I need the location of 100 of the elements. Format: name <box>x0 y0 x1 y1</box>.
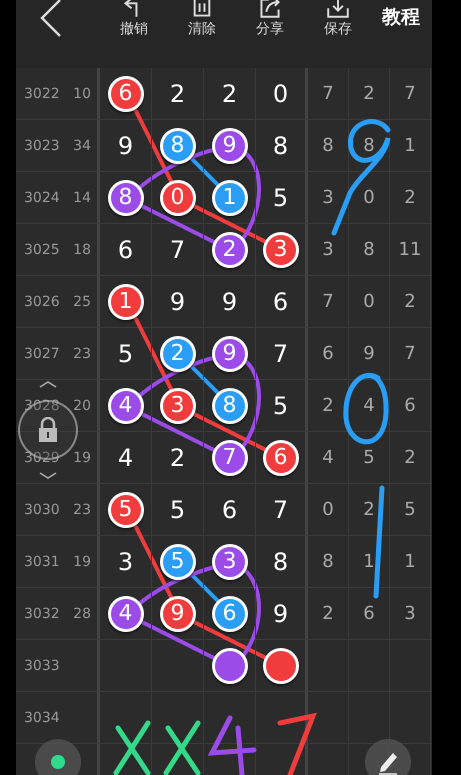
trend-cell: 2 <box>349 484 390 535</box>
period-number: 3034 <box>24 710 60 726</box>
toolbar-button[interactable]: 分享 <box>236 0 304 38</box>
period-number: 3022 <box>24 86 60 102</box>
digit-cell[interactable]: 5 <box>100 328 152 379</box>
digit-cell[interactable]: 3 <box>100 536 152 587</box>
number-ball[interactable]: 6 <box>108 76 144 112</box>
trend-cell: 8 <box>308 120 349 171</box>
digit-cell[interactable]: 6 <box>256 276 308 327</box>
trend-cell: 2 <box>349 68 390 119</box>
number-ball[interactable]: 4 <box>108 388 144 424</box>
handwritten-mark <box>114 720 150 775</box>
trend-cell: 5 <box>390 484 431 535</box>
trend-cell: 6 <box>390 380 431 431</box>
trend-cell: 7 <box>390 68 431 119</box>
number-ball[interactable]: 5 <box>108 492 144 528</box>
period-number: 3025 <box>24 242 60 258</box>
number-ball[interactable]: 7 <box>212 440 248 476</box>
period-number: 3031 <box>24 554 60 570</box>
sum-value: 20 <box>72 380 100 431</box>
sum-value: 19 <box>72 432 100 483</box>
trend-cell: 3 <box>308 224 349 275</box>
number-ball[interactable]: 9 <box>160 596 196 632</box>
trend-cell: 11 <box>390 224 431 275</box>
period-number: 3033 <box>24 658 60 674</box>
trend-cell: 0 <box>308 484 349 535</box>
number-ball[interactable] <box>262 648 298 684</box>
sum-value: 18 <box>72 224 100 275</box>
period-number: 3024 <box>24 190 60 206</box>
digit-cell[interactable]: 7 <box>256 484 308 535</box>
toolbar-button[interactable]: 保存 <box>304 0 372 38</box>
trend-cell: 7 <box>308 276 349 327</box>
number-ball[interactable]: 3 <box>160 388 196 424</box>
number-ball[interactable]: 3 <box>212 544 248 580</box>
trend-cell: 1 <box>390 536 431 587</box>
trend-cell: 8 <box>349 120 390 171</box>
trend-cell: 0 <box>349 276 390 327</box>
trend-cell: 1 <box>390 120 431 171</box>
digit-cell[interactable]: 5 <box>256 380 308 431</box>
digit-cell[interactable]: 2 <box>204 68 256 119</box>
trend-cell: 0 <box>349 172 390 223</box>
trend-cell: 8 <box>308 536 349 587</box>
trend-cell: 1 <box>349 536 390 587</box>
trend-cell: 4 <box>308 432 349 483</box>
trend-cell: 2 <box>390 276 431 327</box>
number-ball[interactable]: 9 <box>212 128 248 164</box>
digit-cell[interactable]: 6 <box>100 224 152 275</box>
number-ball[interactable]: 8 <box>108 180 144 216</box>
trend-cell: 9 <box>349 328 390 379</box>
number-ball[interactable]: 3 <box>262 232 298 268</box>
trend-cell: 7 <box>390 328 431 379</box>
period-number: 3032 <box>24 606 60 622</box>
number-ball[interactable]: 6 <box>262 440 298 476</box>
digit-cell[interactable]: 8 <box>256 120 308 171</box>
digit-cell[interactable]: 5 <box>152 484 204 535</box>
toolbar-button[interactable]: 撤销 <box>100 0 168 38</box>
trend-cell: 5 <box>349 432 390 483</box>
number-ball[interactable]: 4 <box>108 596 144 632</box>
share-icon <box>259 0 281 18</box>
trend-cell: 4 <box>349 380 390 431</box>
tutorial-button[interactable]: 教程 <box>378 4 424 30</box>
digit-cell[interactable]: 4 <box>100 432 152 483</box>
sum-value: 10 <box>72 68 100 119</box>
number-ball[interactable] <box>212 648 248 684</box>
digit-cell[interactable]: 9 <box>204 276 256 327</box>
digit-cell[interactable]: 2 <box>152 68 204 119</box>
trend-cell: 3 <box>308 172 349 223</box>
number-ball[interactable]: 0 <box>160 180 196 216</box>
digit-cell[interactable]: 6 <box>204 484 256 535</box>
digit-cell[interactable]: 9 <box>100 120 152 171</box>
chevron-down-icon[interactable] <box>38 472 58 480</box>
digit-cell[interactable]: 9 <box>152 276 204 327</box>
trend-cell: 8 <box>349 224 390 275</box>
digit-cell[interactable]: 5 <box>256 172 308 223</box>
digit-cell[interactable]: 9 <box>256 588 308 639</box>
trend-cell: 2 <box>390 172 431 223</box>
digit-cell[interactable]: 0 <box>256 68 308 119</box>
number-ball[interactable]: 2 <box>212 232 248 268</box>
digit-cell[interactable]: 7 <box>256 328 308 379</box>
period-number: 3027 <box>24 346 60 362</box>
trend-cell: 2 <box>390 432 431 483</box>
sum-value: 19 <box>72 536 100 587</box>
handwritten-mark <box>164 720 200 775</box>
toolbar-button[interactable]: 清除 <box>168 0 236 38</box>
handwritten-mark <box>278 712 318 775</box>
trend-cell: 2 <box>308 380 349 431</box>
chevron-up-icon[interactable] <box>38 380 58 388</box>
trend-cell: 7 <box>308 68 349 119</box>
sum-value: 23 <box>72 484 100 535</box>
period-number: 3026 <box>24 294 60 310</box>
trash-icon <box>191 0 213 18</box>
handwritten-mark <box>208 716 256 775</box>
digit-cell[interactable]: 2 <box>152 432 204 483</box>
trend-cell: 6 <box>308 328 349 379</box>
digit-cell[interactable]: 7 <box>152 224 204 275</box>
digit-cell[interactable]: 8 <box>256 536 308 587</box>
period-number: 3030 <box>24 502 60 518</box>
sum-value: 34 <box>72 120 100 171</box>
number-ball[interactable]: 9 <box>212 336 248 372</box>
number-ball[interactable]: 1 <box>108 284 144 320</box>
